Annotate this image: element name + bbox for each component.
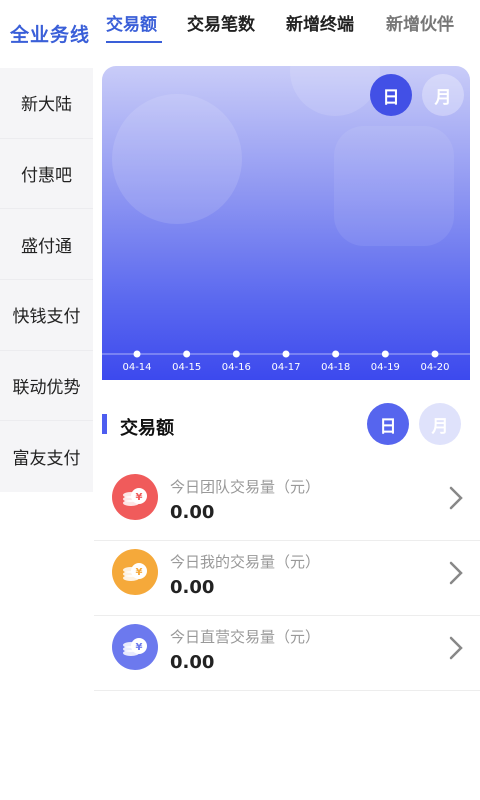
section-month-toggle[interactable]: 月 [419, 403, 461, 445]
sidebar-item-xindalu[interactable]: 新大陆 [0, 68, 93, 139]
section-title: 交易额 [120, 418, 174, 439]
sidebar-item-liandong[interactable]: 联动优势 [0, 351, 93, 422]
trend-chart-card: 04-14 04-15 04-16 04-17 04-18 04-19 04-20 日 月 [102, 66, 470, 380]
x-tick-label: 04-17 [271, 362, 300, 373]
coin-stack-icon: ¥ [112, 549, 158, 595]
x-tick-label: 04-18 [321, 362, 350, 373]
channel-sidebar: 新大陆 付惠吧 盛付通 快钱支付 联动优势 富友支付 [0, 68, 93, 492]
row-label: 今日直营交易量（元） [170, 628, 321, 646]
tab-new-terminals[interactable]: 新增终端 [286, 10, 354, 35]
section-day-toggle[interactable]: 日 [367, 403, 409, 445]
svg-text:¥: ¥ [136, 567, 143, 578]
sidebar-item-fuyou[interactable]: 富友支付 [0, 421, 93, 492]
chevron-right-icon [449, 486, 463, 510]
active-tab-indicator [106, 41, 162, 43]
chevron-right-icon [449, 636, 463, 660]
data-point [232, 350, 240, 358]
row-label: 今日团队交易量（元） [170, 478, 321, 496]
x-tick-label: 04-15 [172, 362, 201, 373]
data-point [332, 350, 340, 358]
chevron-right-icon [449, 561, 463, 585]
tab-transaction-amount[interactable]: 交易额 [106, 10, 157, 35]
list-item-direct-volume[interactable]: ¥ 今日直营交易量（元） 0.00 [94, 616, 480, 691]
tab-transaction-count[interactable]: 交易笔数 [187, 10, 255, 35]
row-label: 今日我的交易量（元） [170, 553, 321, 571]
data-point [431, 350, 439, 358]
sidebar-item-fuhuiba[interactable]: 付惠吧 [0, 139, 93, 210]
metric-tabs: 交易额 交易笔数 新增终端 新增伙伴 [100, 0, 480, 48]
data-point [282, 350, 290, 358]
x-tick-label: 04-16 [222, 362, 251, 373]
x-tick-label: 04-14 [122, 362, 151, 373]
data-point [183, 350, 191, 358]
row-value: 0.00 [170, 652, 215, 673]
sidebar-item-shengfutong[interactable]: 盛付通 [0, 209, 93, 281]
sidebar-item-kuaiqian[interactable]: 快钱支付 [0, 280, 93, 351]
row-value: 0.00 [170, 577, 215, 598]
list-item-team-volume[interactable]: ¥ 今日团队交易量（元） 0.00 [94, 466, 480, 541]
list-item-my-volume[interactable]: ¥ 今日我的交易量（元） 0.00 [94, 541, 480, 616]
row-value: 0.00 [170, 502, 215, 523]
coin-stack-icon: ¥ [112, 474, 158, 520]
trend-line-chart: 04-14 04-15 04-16 04-17 04-18 04-19 04-20 [102, 350, 470, 373]
x-tick-label: 04-20 [420, 362, 449, 373]
svg-text:¥: ¥ [136, 642, 143, 653]
data-point [381, 350, 389, 358]
business-line-selector[interactable]: 全业务线 [10, 20, 90, 47]
chart-day-toggle[interactable]: 日 [370, 74, 412, 116]
data-point [133, 350, 141, 358]
chart-month-toggle[interactable]: 月 [422, 74, 464, 116]
tab-new-partners[interactable]: 新增伙伴 [386, 10, 454, 35]
coin-stack-icon: ¥ [112, 624, 158, 670]
x-tick-label: 04-19 [371, 362, 400, 373]
section-accent-bar [102, 414, 107, 434]
svg-text:¥: ¥ [136, 492, 143, 503]
